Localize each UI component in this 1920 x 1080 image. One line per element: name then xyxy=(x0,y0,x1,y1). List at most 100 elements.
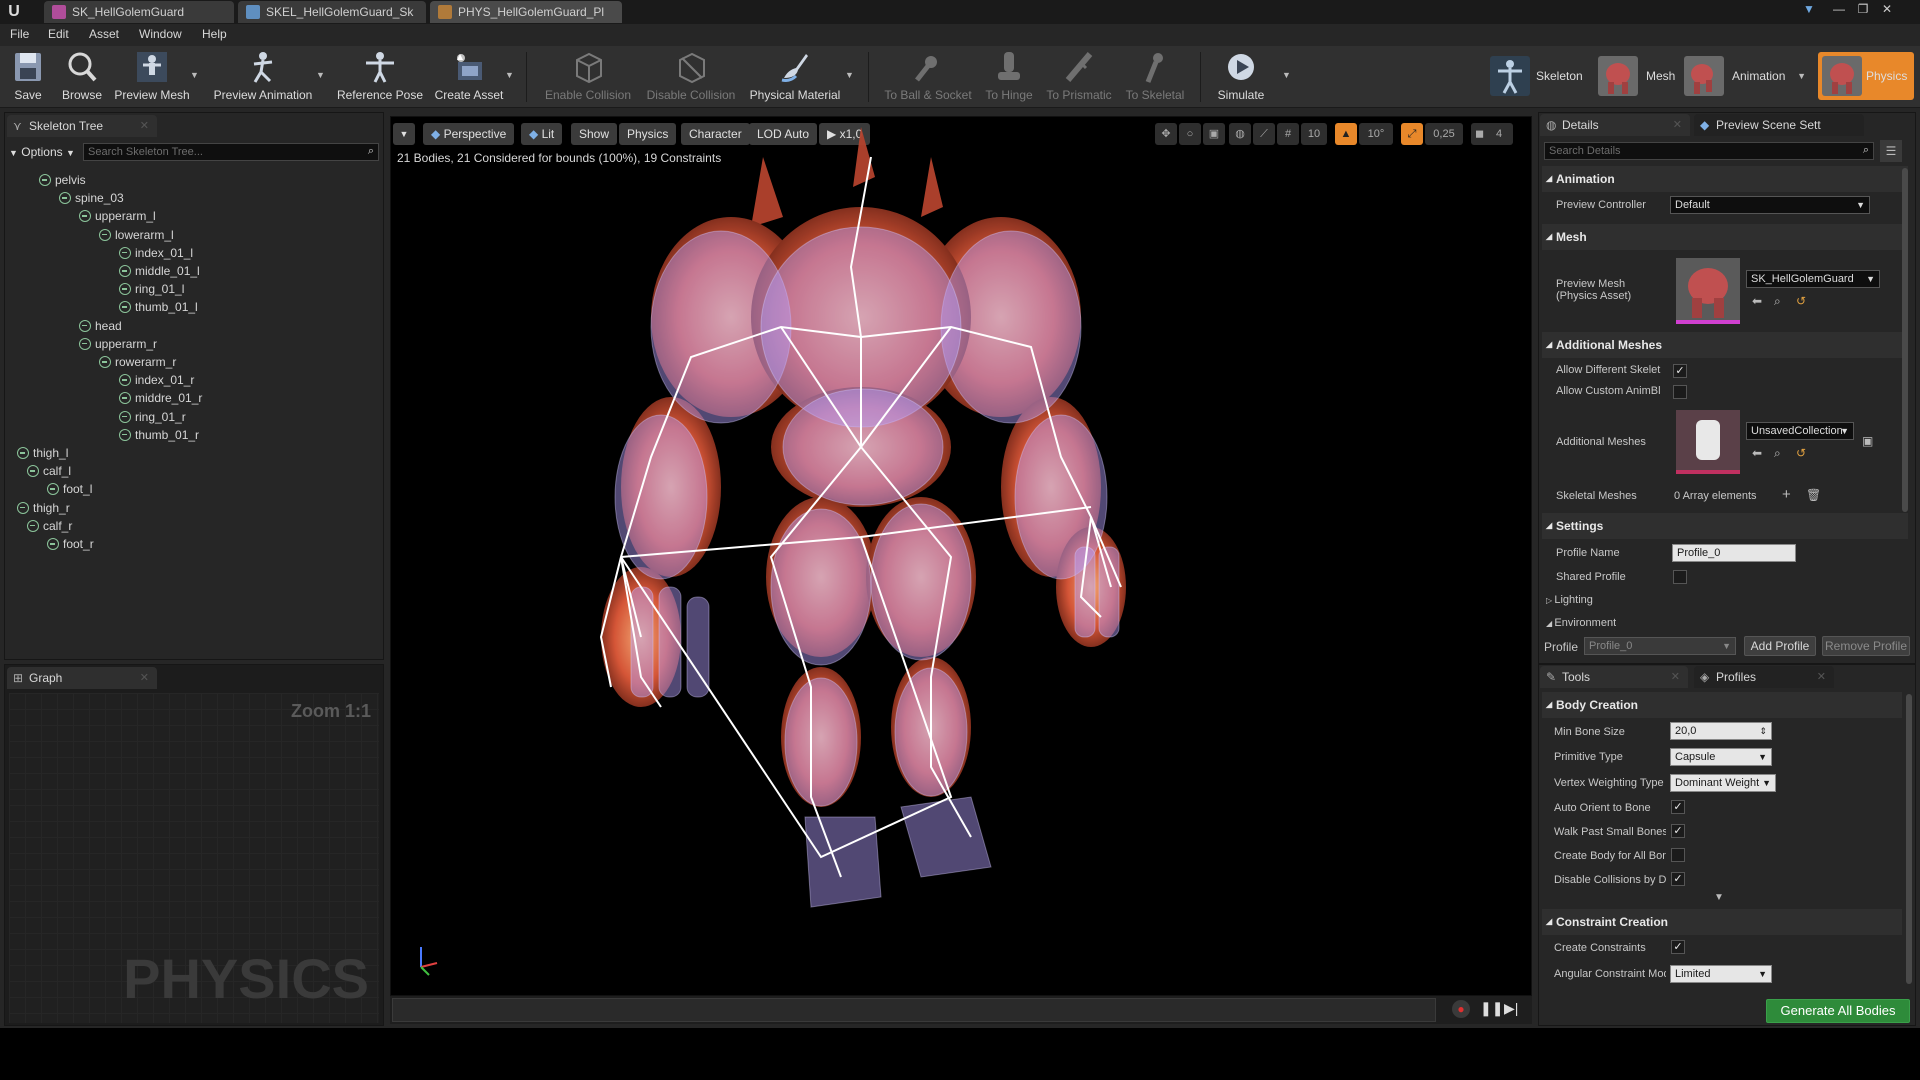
delete-icon[interactable]: 🗑 xyxy=(1806,488,1821,502)
section-constraint-creation[interactable]: ◢ Constraint Creation xyxy=(1542,909,1902,935)
bone-item-ring_01_l[interactable]: ring_01_l xyxy=(119,280,184,298)
collection-thumbnail[interactable] xyxy=(1676,410,1740,474)
min-bone-size-input[interactable]: 20,0 ⇕ xyxy=(1670,722,1772,740)
close-icon[interactable]: ✕ xyxy=(1671,666,1680,688)
tab-preview-scene[interactable]: ◆ Preview Scene Sett xyxy=(1694,114,1864,136)
remove-profile-button[interactable]: Remove Profile xyxy=(1822,636,1910,656)
to-hinge-button[interactable]: To Hinge xyxy=(980,50,1038,106)
bone-item-thigh_l[interactable]: thigh_l xyxy=(17,444,68,462)
preview-controller-select[interactable]: Default ▼ xyxy=(1670,196,1870,214)
details-scrollbar[interactable] xyxy=(1902,168,1908,512)
tab-sk-hellgolemguard[interactable]: SK_HellGolemGuard xyxy=(44,1,234,23)
tab-graph[interactable]: ⊞ Graph ✕ xyxy=(7,667,157,689)
create-asset-button[interactable]: Create Asset xyxy=(432,50,506,106)
bone-item-head[interactable]: head xyxy=(79,317,122,335)
mode-skeleton[interactable]: Skeleton xyxy=(1488,54,1588,98)
bone-item-foot_l[interactable]: foot_l xyxy=(47,480,92,498)
allow-different-skeleton-checkbox[interactable]: ✓ xyxy=(1673,364,1687,378)
reset-icon[interactable]: ↺ xyxy=(1796,446,1806,460)
tools-scrollbar[interactable] xyxy=(1906,694,1912,984)
disable-collision-button[interactable]: Disable Collision xyxy=(644,50,738,106)
mode-physics[interactable]: Physics xyxy=(1818,52,1914,100)
bone-item-ring_01_r[interactable]: ring_01_r xyxy=(119,408,186,426)
view-options-icon[interactable]: ☰ xyxy=(1880,140,1902,162)
use-selected-icon[interactable]: ⬅ xyxy=(1752,446,1762,460)
additional-meshes-select[interactable]: UnsavedCollection ▼ xyxy=(1746,422,1854,440)
preview-mesh-select[interactable]: SK_HellGolemGuard ▼ xyxy=(1746,270,1880,288)
save-button[interactable]: Save xyxy=(8,50,48,106)
browse-icon[interactable]: ⌕ xyxy=(1774,446,1781,461)
details-search-input[interactable]: Search Details ⌕ xyxy=(1544,142,1874,160)
mode-animation[interactable]: Animation ▼ xyxy=(1684,54,1808,98)
menu-file[interactable]: File xyxy=(10,27,29,41)
simulate-button[interactable]: Simulate xyxy=(1212,50,1270,106)
bone-item-middle_01_l[interactable]: middle_01_l xyxy=(119,262,200,280)
tab-profiles[interactable]: ◈ Profiles ✕ xyxy=(1694,666,1834,688)
chevron-down-icon[interactable]: ▼ xyxy=(1797,54,1806,98)
reset-icon[interactable]: ↺ xyxy=(1796,294,1806,308)
bone-item-spine_03[interactable]: spine_03 xyxy=(59,189,124,207)
section-additional-meshes[interactable]: ◢ Additional Meshes xyxy=(1542,332,1908,358)
add-element-icon[interactable]: + xyxy=(1782,486,1791,503)
bone-item-foot_r[interactable]: foot_r xyxy=(47,535,94,553)
bone-item-calf_l[interactable]: calf_l xyxy=(27,462,71,480)
section-body-creation[interactable]: ◢ Body Creation xyxy=(1542,692,1902,718)
menu-asset[interactable]: Asset xyxy=(89,27,119,41)
menu-edit[interactable]: Edit xyxy=(48,27,69,41)
bone-item-rowerarm_r[interactable]: rowerarm_r xyxy=(99,353,176,371)
physical-material-button[interactable]: Physical Material xyxy=(746,50,844,106)
tab-phys-hellgolemguard[interactable]: PHYS_HellGolemGuard_Pl xyxy=(430,1,622,23)
section-settings[interactable]: ◢ Settings xyxy=(1542,513,1908,539)
preview-animation-button[interactable]: Preview Animation xyxy=(210,50,316,106)
disable-collisions-checkbox[interactable]: ✓ xyxy=(1671,872,1685,886)
primitive-type-select[interactable]: Capsule ▼ xyxy=(1670,748,1772,766)
create-constraints-checkbox[interactable]: ✓ xyxy=(1671,940,1685,954)
profile-name-input[interactable]: Profile_0 xyxy=(1672,544,1796,562)
bone-item-thumb_01_r[interactable]: thumb_01_r xyxy=(119,426,199,444)
create-body-checkbox[interactable] xyxy=(1671,848,1685,862)
notification-icon[interactable]: ▼ xyxy=(1798,0,1820,18)
timeline-scrubber[interactable] xyxy=(392,998,1436,1022)
graph-canvas[interactable]: Zoom 1:1 PHYSICS xyxy=(9,693,379,1023)
options-dropdown[interactable]: ▼ Options ▼ xyxy=(9,143,83,161)
save-icon[interactable]: ▣ xyxy=(1862,434,1873,448)
section-animation[interactable]: ◢ Animation xyxy=(1542,166,1908,192)
minimize-button[interactable]: — xyxy=(1828,0,1850,18)
tab-skeleton-tree[interactable]: ⋎ Skeleton Tree ✕ xyxy=(7,115,157,137)
vertex-weighting-select[interactable]: Dominant Weight ▼ xyxy=(1670,774,1776,792)
bone-item-thumb_01_l[interactable]: thumb_01_l xyxy=(119,298,198,316)
browse-button[interactable]: Browse xyxy=(58,50,106,106)
chevron-down-icon[interactable]: ▼ xyxy=(1282,70,1291,80)
generate-all-bodies-button[interactable]: Generate All Bodies xyxy=(1766,999,1910,1023)
add-profile-button[interactable]: Add Profile xyxy=(1744,636,1816,656)
bone-item-lowerarm_l[interactable]: lowerarm_l xyxy=(99,226,174,244)
chevron-down-icon[interactable]: ▼ xyxy=(505,70,514,80)
allow-custom-anim-checkbox[interactable] xyxy=(1673,385,1687,399)
bone-item-pelvis[interactable]: pelvis xyxy=(39,171,86,189)
chevron-down-icon[interactable]: ▼ xyxy=(845,70,854,80)
skeleton-search-input[interactable]: Search Skeleton Tree... ⌕ xyxy=(83,143,379,161)
shared-profile-checkbox[interactable] xyxy=(1673,570,1687,584)
lighting-row[interactable]: ▷ Lighting xyxy=(1546,594,1593,606)
walk-past-checkbox[interactable]: ✓ xyxy=(1671,824,1685,838)
bone-item-upperarm_r[interactable]: upperarm_r xyxy=(79,335,157,353)
close-icon[interactable]: ✕ xyxy=(1673,114,1682,136)
close-icon[interactable]: ✕ xyxy=(140,667,149,689)
close-button[interactable]: ✕ xyxy=(1876,0,1898,18)
viewport[interactable]: ▼ ◆ Perspective ◆ Lit Show Physics Chara… xyxy=(390,116,1532,996)
tab-tools[interactable]: ✎ Tools ✕ xyxy=(1540,666,1688,688)
environment-row[interactable]: ◢ Environment xyxy=(1546,617,1616,629)
bone-item-upperarm_l[interactable]: upperarm_l xyxy=(79,207,156,225)
preview-mesh-button[interactable]: Preview Mesh xyxy=(112,50,192,106)
to-prismatic-button[interactable]: To Prismatic xyxy=(1044,50,1114,106)
bone-item-index_01_r[interactable]: index_01_r xyxy=(119,371,194,389)
chevron-down-icon[interactable]: ▼ xyxy=(190,70,199,80)
tab-skel-hellgolemguard[interactable]: SKEL_HellGolemGuard_Sk xyxy=(238,1,426,23)
close-icon[interactable]: ✕ xyxy=(140,115,149,137)
mesh-thumbnail[interactable] xyxy=(1676,258,1740,324)
browse-icon[interactable]: ⌕ xyxy=(1774,294,1781,309)
mode-mesh[interactable]: Mesh xyxy=(1598,54,1678,98)
menu-window[interactable]: Window xyxy=(139,27,182,41)
profile-select[interactable]: Profile_0 ▼ xyxy=(1584,637,1736,655)
bone-item-thigh_r[interactable]: thigh_r xyxy=(17,499,70,517)
